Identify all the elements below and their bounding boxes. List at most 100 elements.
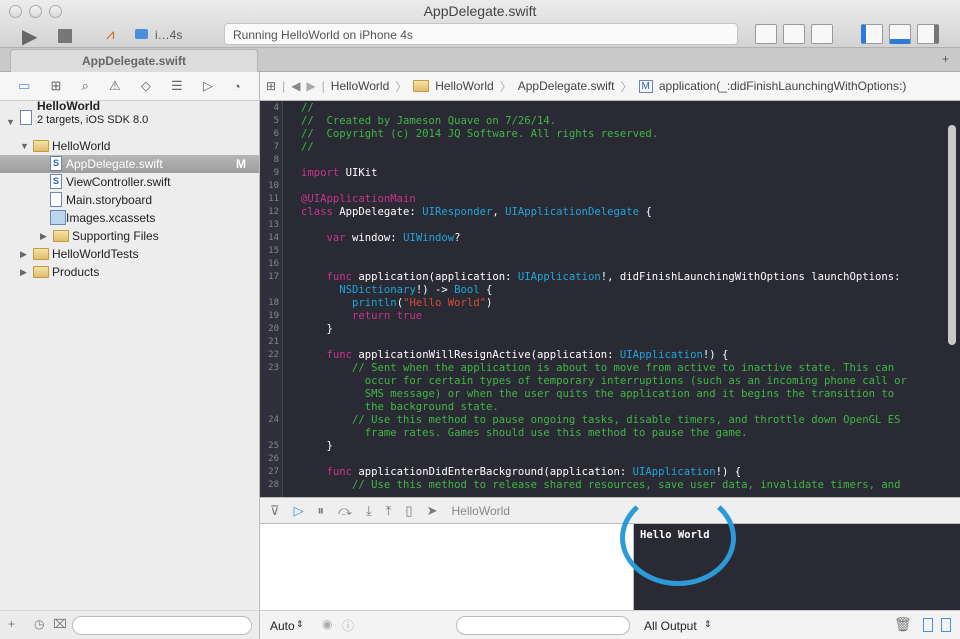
folder-icon	[33, 140, 49, 152]
code-token-comment: // Sent when the application is about to…	[301, 362, 895, 374]
disclosure-open-icon[interactable]: ▼	[6, 113, 15, 131]
symbol-navigator-icon[interactable]: ⊞	[51, 78, 62, 94]
navigator-filter-input[interactable]	[72, 616, 252, 635]
debug-navigator-icon[interactable]: ☰	[171, 78, 183, 94]
stop-icon[interactable]	[58, 29, 72, 43]
scheme-icon[interactable]: ⩘	[106, 26, 114, 43]
back-icon[interactable]: ◀	[291, 79, 300, 93]
step-into-icon[interactable]: ⤓	[366, 503, 372, 519]
code-token-comment: frame rates. Games should use this metho…	[301, 427, 748, 439]
disclosure-icon[interactable]: ▶	[20, 263, 27, 281]
toggle-navigator-button[interactable]	[861, 24, 883, 44]
standard-editor-button[interactable]	[755, 24, 777, 44]
jump-symbol[interactable]: application(_:didFinishLaunchingWithOpti…	[659, 79, 906, 93]
project-navigator: ▼ HelloWorld 2 targets, iOS SDK 8.0 ▼ Hel…	[0, 99, 260, 610]
code-token-plain: !) ->	[415, 284, 455, 296]
code-line: SMS message) or when the user quits the …	[260, 388, 950, 401]
disclosure-icon[interactable]: ▼	[20, 137, 29, 155]
tab-appdelegate[interactable]: AppDelegate.swift	[10, 49, 258, 72]
step-over-icon[interactable]: ⤼	[338, 503, 352, 519]
show-console-icon[interactable]	[941, 618, 951, 632]
code-token-plain: window:	[345, 232, 404, 244]
project-navigator-icon[interactable]: ▭	[18, 78, 30, 94]
scheme-device-selector[interactable]: i…4s	[155, 28, 182, 42]
add-tab-icon[interactable]: +	[942, 52, 949, 66]
disclosure-icon[interactable]: ▶	[20, 245, 27, 263]
variables-filter-input[interactable]	[456, 616, 630, 635]
toggle-utilities-button[interactable]	[917, 24, 939, 44]
console-scope-select[interactable]: All Output	[644, 619, 697, 633]
variables-scope-select[interactable]: Auto	[270, 619, 295, 633]
find-navigator-icon[interactable]: ⌕	[82, 78, 89, 94]
project-root[interactable]: ▼ HelloWorld 2 targets, iOS SDK 8.0	[0, 99, 259, 135]
code-token-plain: AppDelegate:	[332, 206, 423, 218]
assistant-editor-button[interactable]	[783, 24, 805, 44]
run-icon[interactable]: ▶	[22, 24, 37, 49]
updown-icon: ⇕	[296, 619, 304, 629]
code-token-plain: applicationWillResignActive(application:	[352, 349, 620, 361]
source-editor[interactable]: 4 // 5 // Created by Jameson Quave on 7/26/…	[260, 101, 960, 497]
navigator-item[interactable]: Main.storyboard	[0, 191, 259, 209]
breakpoints-toggle-icon[interactable]: ▷	[294, 503, 304, 519]
breakpoint-navigator-icon[interactable]: ▷	[203, 78, 213, 94]
line-number: 12	[268, 207, 279, 217]
quick-look-icon[interactable]: ◉	[322, 617, 332, 631]
code-token-plain: )	[486, 297, 493, 309]
navigator-item-label: Main.storyboard	[66, 193, 153, 207]
code-line: NSDictionary!) -> Bool {	[260, 284, 950, 297]
navigator-item[interactable]: ▶ HelloWorldTests	[0, 245, 259, 263]
navigator-filter-bar: + ◷ ⌧	[0, 610, 260, 639]
code-token-plain: !) {	[702, 349, 729, 361]
step-out-icon[interactable]: ⤒	[386, 503, 392, 519]
jump-file[interactable]: AppDelegate.swift	[518, 79, 615, 93]
view-debugging-icon[interactable]: ▯	[405, 503, 412, 519]
navigator-item[interactable]: Images.xcassets	[0, 209, 259, 227]
trash-icon[interactable]: 🗑	[894, 616, 912, 633]
storyboard-icon	[50, 192, 62, 207]
issue-navigator-icon[interactable]: ⚠	[109, 78, 121, 94]
pause-icon[interactable]: ⏸	[318, 503, 325, 519]
code-line: 13	[260, 219, 950, 232]
recent-files-icon[interactable]: ◷	[34, 617, 44, 631]
code-line: 6 // Copyright (c) 2014 JQ Software. All …	[260, 128, 950, 141]
jump-bar: ⊞ | ◀ ▶ | HelloWorld 〉 HelloWorld 〉 AppDel…	[260, 72, 960, 101]
disclosure-icon[interactable]: ▶	[40, 227, 47, 245]
info-icon[interactable]: ⓘ	[342, 617, 354, 634]
simulate-location-icon[interactable]: ➤	[427, 503, 438, 519]
debug-target[interactable]: HelloWorld	[451, 504, 509, 518]
related-items-icon[interactable]: ⊞	[266, 79, 276, 93]
line-number: 26	[268, 454, 279, 464]
jump-group[interactable]: HelloWorld	[435, 79, 493, 93]
code-line: 14 var window: UIWindow?	[260, 232, 950, 245]
code-line: 21	[260, 336, 950, 349]
test-navigator-icon[interactable]: ◇	[141, 78, 151, 94]
add-icon[interactable]: +	[8, 617, 15, 631]
show-variables-icon[interactable]	[923, 618, 933, 632]
line-number: 21	[268, 337, 279, 347]
code-line: 8	[260, 154, 950, 167]
log-navigator-icon[interactable]: ◔	[233, 79, 241, 94]
forward-icon[interactable]: ▶	[306, 79, 315, 93]
navigator-item[interactable]: ▶ Products	[0, 263, 259, 281]
editor-scrollbar[interactable]	[948, 125, 956, 345]
code-line: frame rates. Games should use this metho…	[260, 427, 950, 440]
hide-debug-area-icon[interactable]: ⊽	[270, 503, 280, 519]
navigator-item[interactable]: ▼ HelloWorld	[0, 137, 259, 155]
code-line: occur for certain types of temporary int…	[260, 375, 950, 388]
code-line: 17 func application(application: UIAppli…	[260, 271, 950, 284]
navigator-item[interactable]: S AppDelegate.swift M	[0, 155, 259, 173]
code-token-comment: // Copyright (c) 2014 JQ Software. All r…	[301, 128, 659, 140]
modified-files-icon[interactable]: ⌧	[53, 617, 67, 631]
code-token-type: UIResponder	[422, 206, 493, 218]
code-token-comment: //	[301, 141, 314, 153]
toggle-debug-area-button[interactable]	[889, 24, 911, 44]
project-icon	[20, 110, 32, 125]
jump-project[interactable]: HelloWorld	[331, 79, 389, 93]
code-token-keyword: @UIApplicationMain	[301, 193, 416, 205]
version-editor-button[interactable]	[811, 24, 833, 44]
line-number: 9	[273, 168, 279, 178]
navigator-item[interactable]: ▶ Supporting Files	[0, 227, 259, 245]
navigator-item[interactable]: S ViewController.swift	[0, 173, 259, 191]
